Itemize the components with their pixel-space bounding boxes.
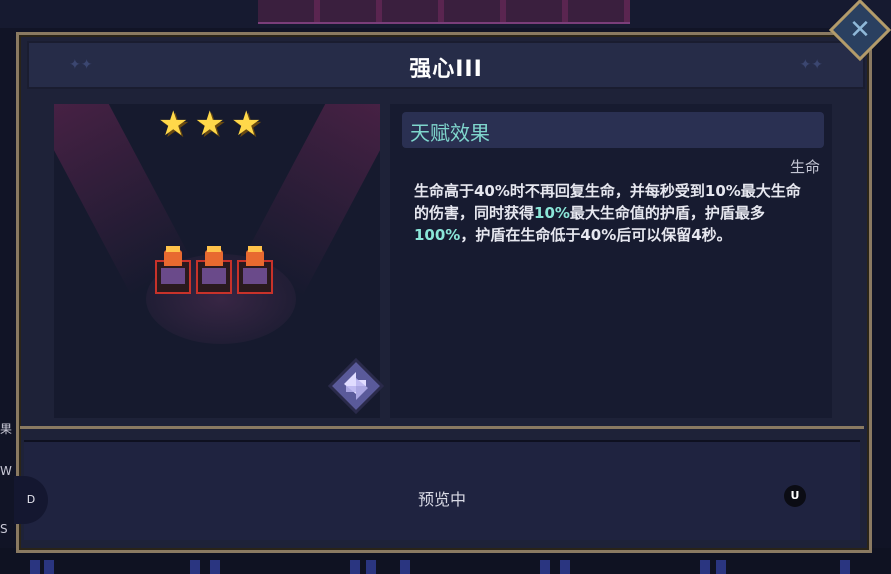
close-icon[interactable]: ✕ [838, 8, 882, 52]
description-text: 最大生命值的护盾，护盾最多 [569, 204, 765, 222]
background-banner [258, 0, 630, 24]
divider [20, 426, 864, 439]
side-char-w: W [0, 464, 12, 478]
dialog-header: ✦✦ ✦✦ 强心III [27, 41, 865, 89]
star-icon: ★ [194, 104, 225, 144]
unit-group [155, 246, 273, 294]
key-hint-u[interactable]: U [784, 485, 806, 507]
talent-heading-bar: 天赋效果 [402, 112, 824, 148]
swap-icon [327, 357, 385, 415]
fire-demon-unit-icon [155, 246, 191, 294]
talent-info-panel: 天赋效果 生命 生命高于40%时不再回复生命，并每秒受到10%最大生命的伤害，同… [390, 104, 832, 418]
description-highlight: 100% [414, 226, 461, 244]
description-text: ，护盾在生命低于40%后可以保留4秒。 [460, 226, 732, 244]
talent-category: 生命 [789, 158, 820, 176]
swap-button[interactable] [327, 357, 385, 415]
footer-bar: 预览中 U [24, 440, 860, 540]
side-char-s: S [0, 522, 8, 536]
star-rating: ★ ★ ★ [158, 106, 261, 142]
talent-description: 生命高于40%时不再回复生命，并每秒受到10%最大生命的伤害，同时获得10%最大… [414, 180, 814, 246]
dialog-title: 强心III [409, 57, 483, 82]
preview-status-label: 预览中 [417, 490, 466, 509]
star-icon: ★ [230, 104, 262, 144]
background-top [0, 0, 891, 28]
side-fragment: 果 [0, 422, 13, 436]
description-highlight: 10% [534, 204, 570, 222]
star-icon: ★ [158, 104, 189, 144]
talent-heading: 天赋效果 [410, 121, 490, 145]
fire-demon-unit-icon [196, 246, 232, 294]
fire-demon-unit-icon [237, 246, 273, 294]
